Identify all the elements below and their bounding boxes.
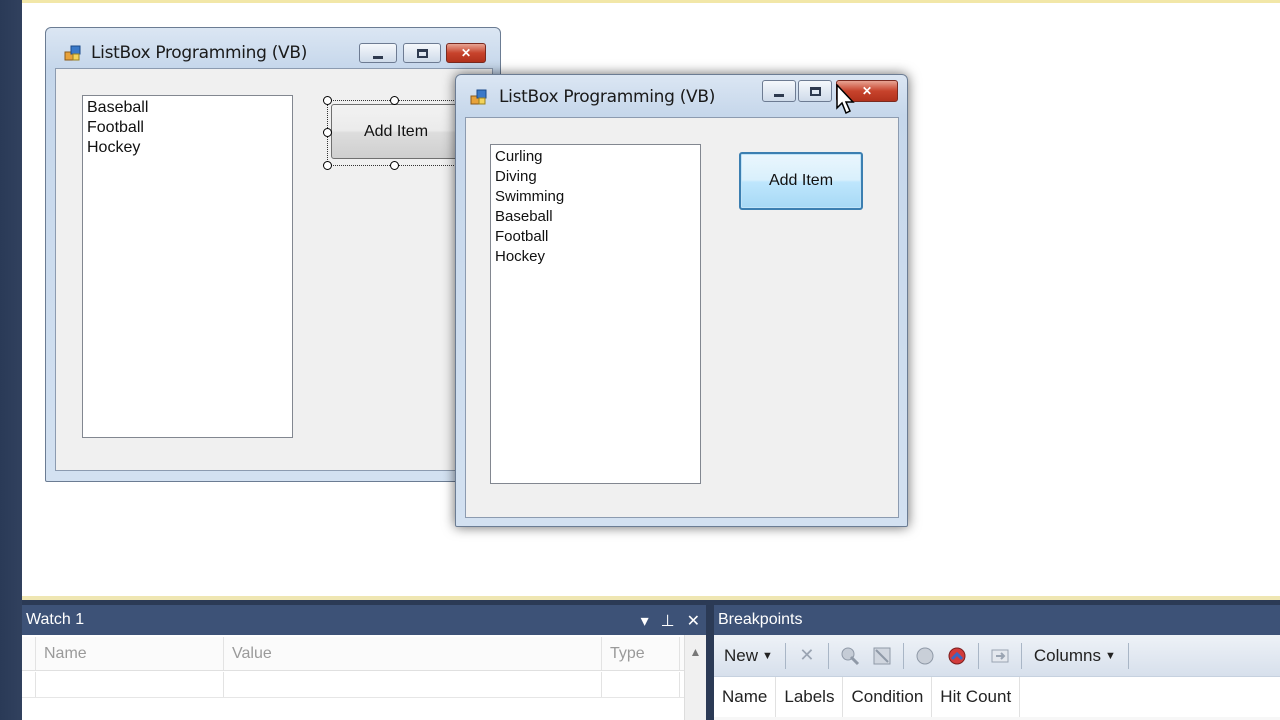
panel-splitter[interactable] bbox=[706, 605, 714, 720]
watch-panel-header: Watch 1 ▾ ⊥ ✕ bbox=[22, 605, 706, 635]
column-header-labels[interactable]: Labels bbox=[776, 677, 844, 717]
maximize-icon bbox=[809, 86, 821, 96]
close-icon[interactable]: ✕ bbox=[687, 611, 700, 631]
selection-frame bbox=[327, 100, 462, 166]
resize-handle[interactable] bbox=[323, 128, 332, 137]
watch-grid[interactable]: Name Value Type bbox=[22, 635, 702, 720]
watch-column-headers: Name Value Type bbox=[22, 637, 702, 671]
minimize-icon bbox=[774, 93, 784, 97]
toolbar-separator bbox=[1020, 642, 1022, 669]
column-header-value[interactable]: Value bbox=[224, 637, 602, 670]
new-label: New bbox=[724, 645, 759, 665]
app-form-icon bbox=[64, 44, 82, 62]
columns-dropdown-button[interactable]: Columns ▼ bbox=[1030, 644, 1120, 668]
design-form-titlebar[interactable]: ListBox Programming (VB) ✕ bbox=[46, 28, 500, 68]
running-listbox[interactable]: Curling Diving Swimming Baseball Footbal… bbox=[490, 144, 701, 484]
design-form-client[interactable]: Baseball Football Hockey Add Item bbox=[55, 68, 493, 471]
toggle-all-icon[interactable] bbox=[869, 643, 895, 669]
watch-panel[interactable]: Watch 1 ▾ ⊥ ✕ Name Value Type ▲ bbox=[22, 605, 706, 720]
row-gutter bbox=[22, 672, 36, 697]
row-gutter bbox=[22, 637, 36, 670]
name-cell[interactable] bbox=[36, 672, 224, 697]
list-item[interactable]: Football bbox=[495, 227, 696, 247]
list-item[interactable]: Swimming bbox=[495, 187, 696, 207]
running-form-title: ListBox Programming (VB) bbox=[499, 87, 716, 107]
breakpoints-panel-title: Breakpoints bbox=[718, 611, 803, 628]
close-button[interactable]: ✕ bbox=[446, 43, 486, 63]
running-form-client[interactable]: Curling Diving Swimming Baseball Footbal… bbox=[465, 117, 899, 518]
resize-handle[interactable] bbox=[323, 161, 332, 170]
breakpoints-panel[interactable]: Breakpoints New ▼ ✕ Columns ▼ Name Label… bbox=[714, 605, 1280, 720]
list-item[interactable]: Hockey bbox=[495, 247, 696, 267]
toolbar-separator bbox=[902, 642, 904, 669]
watch-empty-row[interactable] bbox=[22, 672, 702, 698]
list-item[interactable]: Football bbox=[87, 118, 288, 138]
maximize-button[interactable] bbox=[798, 80, 832, 102]
running-add-item-button[interactable]: Add Item bbox=[739, 152, 863, 210]
list-item[interactable]: Baseball bbox=[87, 98, 288, 118]
app-form-icon bbox=[470, 88, 488, 106]
resize-handle[interactable] bbox=[390, 96, 399, 105]
list-item[interactable]: Curling bbox=[495, 147, 696, 167]
dropdown-arrow-icon: ▼ bbox=[762, 649, 773, 662]
scroll-up-icon[interactable]: ▲ bbox=[690, 645, 702, 659]
watch-panel-title: Watch 1 bbox=[26, 611, 85, 628]
resize-handle[interactable] bbox=[323, 96, 332, 105]
list-item[interactable]: Diving bbox=[495, 167, 696, 187]
mouse-cursor-icon bbox=[836, 84, 855, 115]
watch-scrollbar[interactable]: ▲ bbox=[684, 635, 706, 720]
dropdown-arrow-icon: ▼ bbox=[1105, 649, 1116, 662]
breakpoint-icon[interactable] bbox=[944, 643, 970, 669]
running-form-window[interactable]: ListBox Programming (VB) ✕ Curling Divin… bbox=[455, 74, 908, 527]
toolbar-separator bbox=[784, 642, 786, 669]
toolbar-separator bbox=[1127, 642, 1129, 669]
design-form-title: ListBox Programming (VB) bbox=[91, 43, 308, 63]
column-header-hit-count[interactable]: Hit Count bbox=[932, 677, 1021, 717]
dropdown-arrow-icon[interactable]: ▾ bbox=[641, 611, 649, 631]
toolbar-separator bbox=[827, 642, 829, 669]
watch-panel-controls: ▾ ⊥ ✕ bbox=[641, 611, 700, 631]
resize-handle[interactable] bbox=[390, 161, 399, 170]
new-dropdown-button[interactable]: New ▼ bbox=[720, 644, 777, 668]
delete-all-icon[interactable] bbox=[837, 643, 863, 669]
list-item[interactable]: Hockey bbox=[87, 138, 288, 158]
column-header-condition[interactable]: Condition bbox=[843, 677, 933, 717]
maximize-icon bbox=[416, 48, 428, 58]
pin-icon[interactable]: ⊥ bbox=[661, 611, 675, 631]
breakpoints-toolbar: New ▼ ✕ Columns ▼ bbox=[714, 635, 1280, 677]
column-header-name[interactable]: Name bbox=[36, 637, 224, 670]
export-icon[interactable] bbox=[987, 643, 1013, 669]
maximize-button[interactable] bbox=[403, 43, 441, 63]
value-cell bbox=[224, 672, 602, 697]
list-item[interactable]: Baseball bbox=[495, 207, 696, 227]
column-header-name[interactable]: Name bbox=[714, 677, 777, 717]
minimize-button[interactable] bbox=[359, 43, 397, 63]
close-icon: ✕ bbox=[460, 46, 472, 60]
toolbar-separator bbox=[977, 642, 979, 669]
minimize-icon bbox=[373, 55, 383, 59]
breakpoints-panel-header: Breakpoints bbox=[714, 605, 1280, 635]
delete-icon[interactable]: ✕ bbox=[794, 643, 820, 669]
design-form-window[interactable]: ListBox Programming (VB) ✕ Baseball Foot… bbox=[45, 27, 501, 482]
columns-label: Columns bbox=[1033, 645, 1101, 665]
go-to-source-icon[interactable] bbox=[912, 643, 938, 669]
design-listbox[interactable]: Baseball Football Hockey bbox=[82, 95, 293, 438]
type-cell bbox=[602, 672, 680, 697]
minimize-button[interactable] bbox=[762, 80, 796, 102]
column-header-type[interactable]: Type bbox=[602, 637, 680, 670]
breakpoints-column-headers: Name Labels Condition Hit Count bbox=[714, 677, 1280, 717]
ide-left-strip bbox=[0, 0, 22, 720]
close-icon: ✕ bbox=[861, 84, 873, 98]
